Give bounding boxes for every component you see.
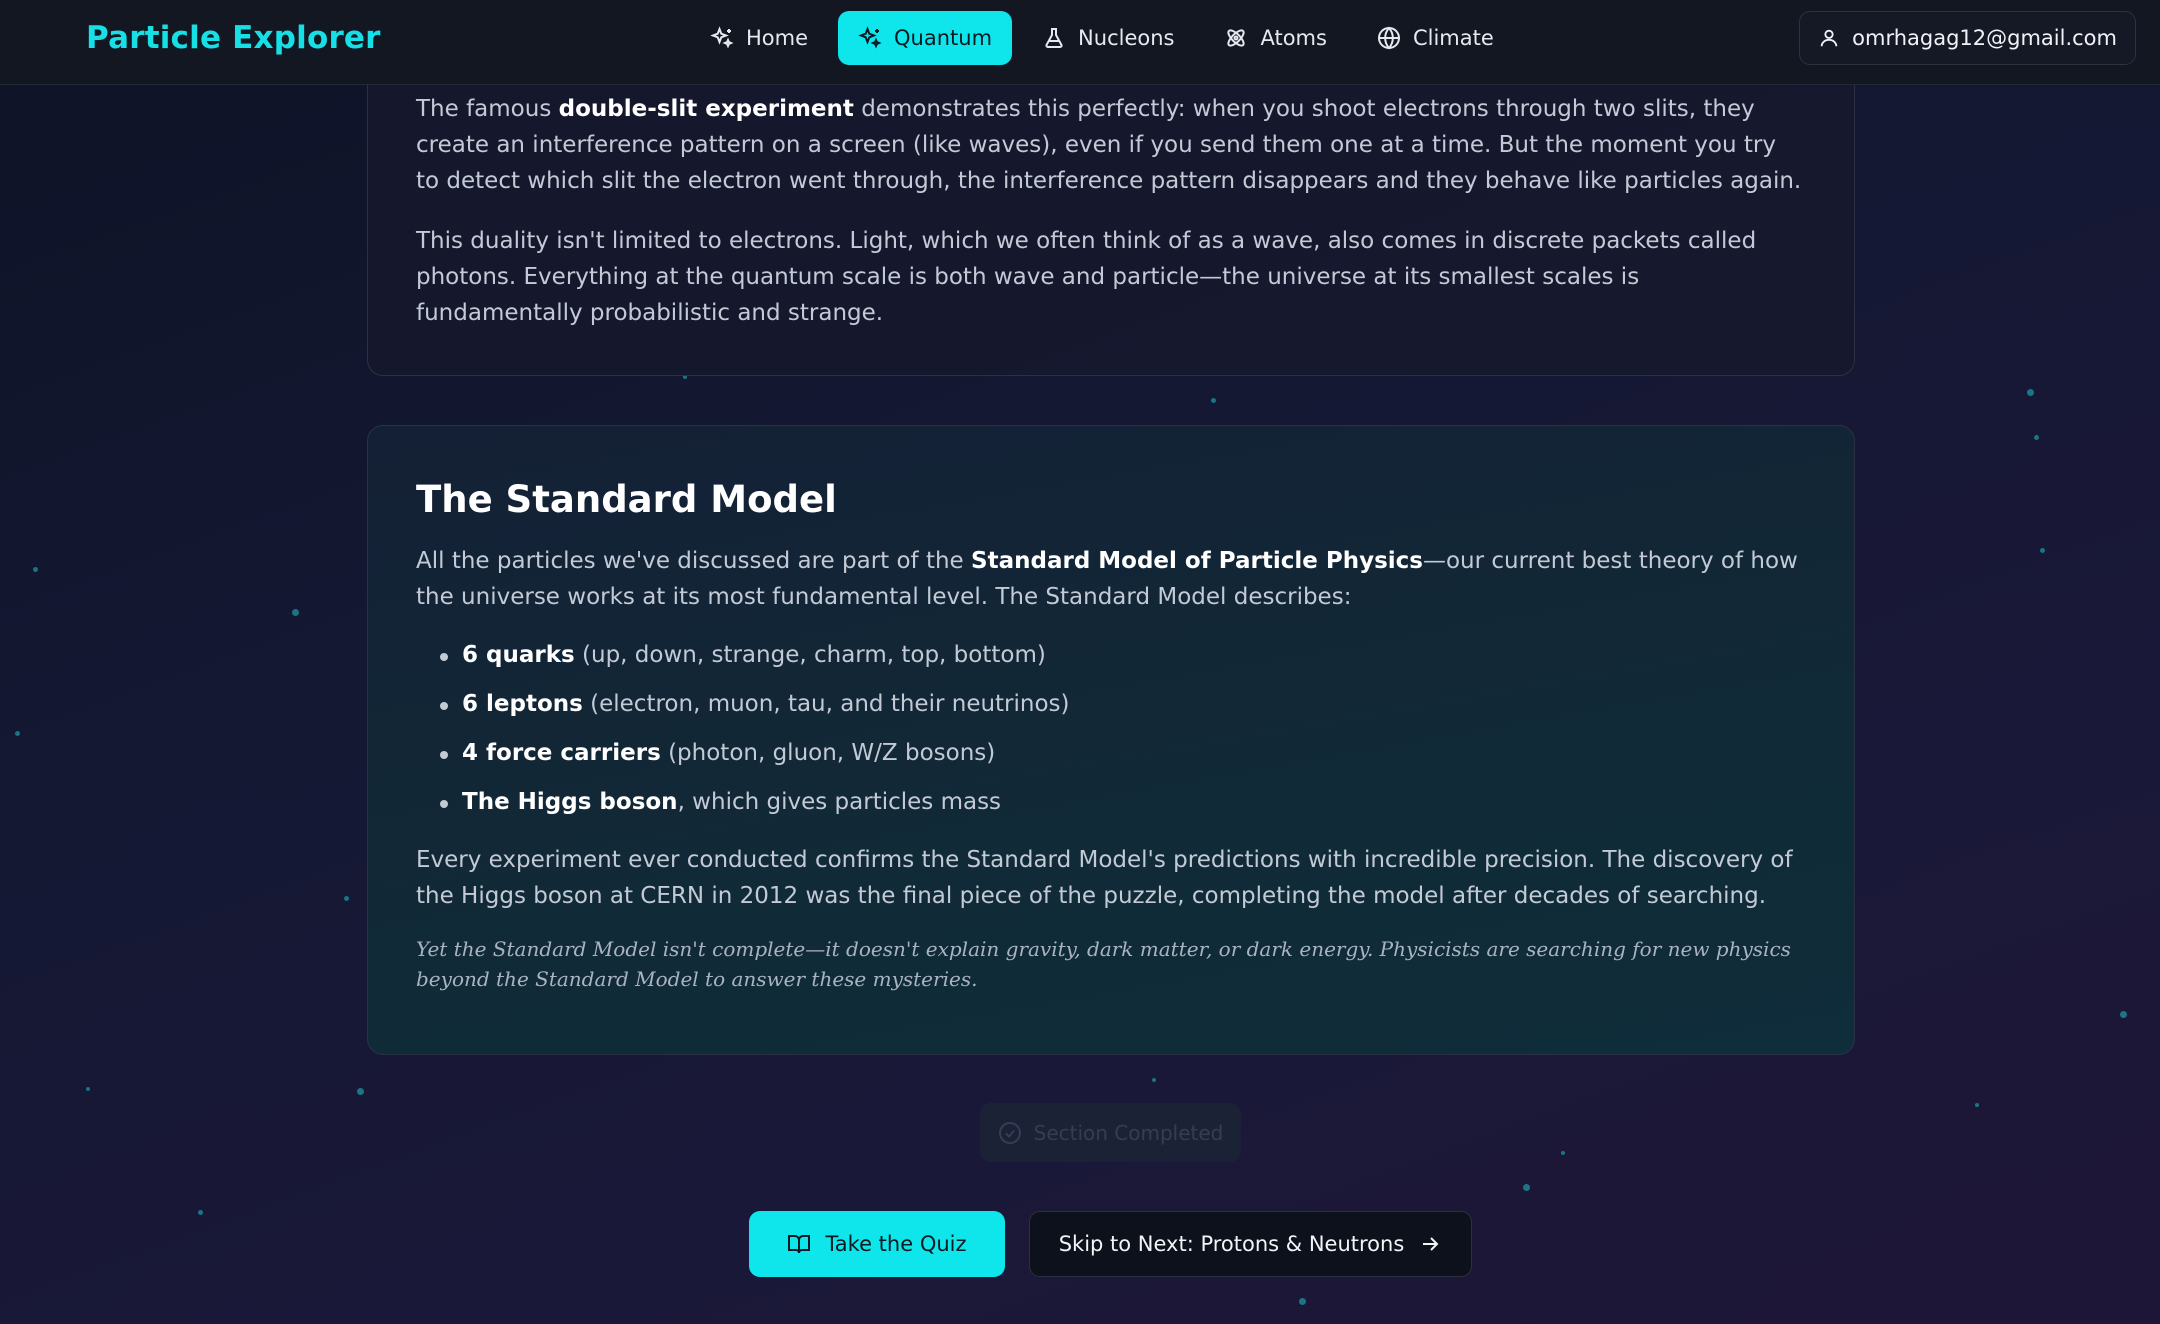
check-circle-icon [998, 1121, 1021, 1144]
nav-link-label: Home [746, 26, 809, 50]
background-star [86, 1087, 90, 1091]
text-fragment: The famous [416, 96, 559, 122]
section-title: The Standard Model [416, 478, 837, 521]
list-item-text: (photon, gluon, W/Z bosons) [660, 740, 996, 766]
account-button[interactable]: omrhagag12@gmail.com [1799, 11, 2136, 65]
list-item: 4 force carriers (photon, gluon, W/Z bos… [440, 737, 1806, 769]
list-item-text: (up, down, strange, charm, top, bottom) [574, 642, 1046, 668]
background-star [2120, 1011, 2127, 1018]
particle-list: 6 quarks (up, down, strange, charm, top,… [440, 639, 1806, 818]
list-item-text: , which gives particles mass [677, 789, 1002, 815]
confirmation-paragraph: Every experiment ever conducted confirms… [416, 847, 1793, 909]
nav-link-nucleons[interactable]: Nucleons [1022, 11, 1194, 65]
section-completed-button: Section Completed [980, 1103, 1241, 1162]
list-item-bold: The Higgs boson [462, 789, 678, 815]
completed-label: Section Completed [1033, 1120, 1224, 1145]
top-navbar: Particle Explorer Home Quantum Nucleons … [0, 0, 2160, 85]
background-star [198, 1210, 203, 1215]
nav-link-home[interactable]: Home [690, 11, 828, 65]
emphasis-standard-model: Standard Model of Particle Physics [971, 548, 1423, 574]
arrow-right-icon [1423, 1237, 1439, 1251]
background-star [15, 731, 20, 736]
nav-link-quantum[interactable]: Quantum [838, 11, 1013, 65]
nav-link-label: Atoms [1260, 26, 1327, 50]
globe-icon [1377, 26, 1400, 50]
nav-link-climate[interactable]: Climate [1357, 11, 1514, 65]
background-star [1152, 1078, 1156, 1082]
nav-link-label: Climate [1412, 26, 1494, 50]
intro-paragraph: All the particles we've discussed are pa… [416, 543, 1806, 615]
list-item: The Higgs boson, which gives particles m… [440, 786, 1806, 818]
brand-logo[interactable]: Particle Explorer [86, 20, 381, 56]
background-star [1561, 1151, 1565, 1155]
list-item: 6 leptons (electron, muon, tau, and thei… [440, 688, 1806, 720]
list-item-bold: 4 force carriers [462, 740, 661, 766]
background-star [33, 567, 38, 572]
italic-note: Yet the Standard Model isn't complete—it… [416, 937, 1791, 991]
skip-next-button[interactable]: Skip to Next: Protons & Neutrons [1029, 1211, 1472, 1277]
sparkles-icon [858, 26, 882, 49]
list-item-bold: 6 leptons [462, 691, 583, 717]
text-fragment: All the particles we've discussed are pa… [416, 548, 972, 574]
list-item: 6 quarks (up, down, strange, charm, top,… [440, 639, 1806, 671]
background-star [1975, 1103, 1979, 1107]
list-item-text: (electron, muon, tau, and their neutrino… [582, 691, 1070, 717]
background-star [1523, 1184, 1530, 1191]
list-item-bold: 6 quarks [462, 642, 575, 668]
background-star [292, 609, 299, 616]
nav-links: Home Quantum Nucleons Atoms Climate [690, 11, 1514, 65]
sparkles-icon [710, 26, 734, 49]
background-star [1211, 398, 1216, 403]
user-icon [1820, 29, 1838, 47]
nav-link-atoms[interactable]: Atoms [1204, 11, 1346, 65]
book-open-icon [788, 1235, 811, 1254]
double-slit-paragraph: The famous double-slit experiment demons… [416, 91, 1806, 199]
nav-link-label: Nucleons [1078, 26, 1175, 50]
background-star [2034, 435, 2039, 440]
flask-icon [1045, 28, 1063, 48]
quiz-label: Take the Quiz [825, 1232, 967, 1256]
background-star [344, 896, 349, 901]
background-star [357, 1088, 364, 1095]
standard-model-card: The Standard Model All the particles we'… [367, 425, 1855, 1055]
emphasis-double-slit: double-slit experiment [558, 96, 854, 122]
take-quiz-button[interactable]: Take the Quiz [749, 1211, 1005, 1277]
background-star [1299, 1298, 1306, 1305]
next-label: Skip to Next: Protons & Neutrons [1058, 1232, 1405, 1256]
background-star [2027, 389, 2034, 396]
duality-paragraph: This duality isn't limited to electrons.… [416, 228, 1757, 326]
account-email: omrhagag12@gmail.com [1852, 26, 2117, 50]
nav-link-label: Quantum [894, 26, 993, 50]
background-star [2040, 548, 2045, 553]
atom-icon [1227, 29, 1246, 47]
